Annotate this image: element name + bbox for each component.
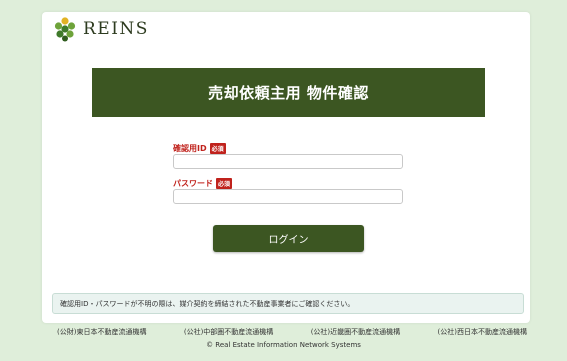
footer-org: (公財)東日本不動産流通機構	[57, 328, 147, 336]
required-badge: 必須	[209, 143, 226, 154]
page-title-banner: 売却依頼主用 物件確認	[92, 68, 485, 117]
leaf-cluster-logo-icon	[54, 17, 76, 42]
password-field-label: パスワード 必須	[173, 178, 233, 189]
id-input[interactable]	[173, 154, 403, 169]
copyright: © Real Estate Information Network System…	[206, 341, 361, 349]
footer-organizations: (公財)東日本不動産流通機構 (公社)中部圏不動産流通機構 (公社)近畿圏不動産…	[57, 327, 527, 337]
footer-org: (公社)中部圏不動産流通機構	[183, 328, 274, 336]
login-card: REINS 売却依頼主用 物件確認 確認用ID 必須 パスワード 必須 ログイン…	[42, 12, 530, 323]
reins-logo: REINS	[52, 16, 149, 42]
notice-text: 確認用ID・パスワードが不明の際は、媒介契約を締結された不動産事業者にご確認くだ…	[60, 299, 355, 308]
login-button-label: ログイン	[268, 235, 309, 246]
brand-name: REINS	[83, 19, 149, 39]
page-title: 売却依頼主用 物件確認	[208, 84, 369, 102]
password-input[interactable]	[173, 189, 403, 204]
id-label-text: 確認用ID	[173, 144, 207, 153]
id-field-label: 確認用ID 必須	[173, 143, 226, 154]
footer-org: (公社)近畿圏不動産流通機構	[310, 328, 401, 336]
required-badge: 必須	[216, 178, 233, 189]
password-label-text: パスワード	[173, 179, 213, 188]
login-button[interactable]: ログイン	[213, 225, 364, 252]
footer-org: (公社)西日本不動産流通機構	[437, 328, 527, 336]
notice-box: 確認用ID・パスワードが不明の際は、媒介契約を締結された不動産事業者にご確認くだ…	[52, 293, 524, 314]
